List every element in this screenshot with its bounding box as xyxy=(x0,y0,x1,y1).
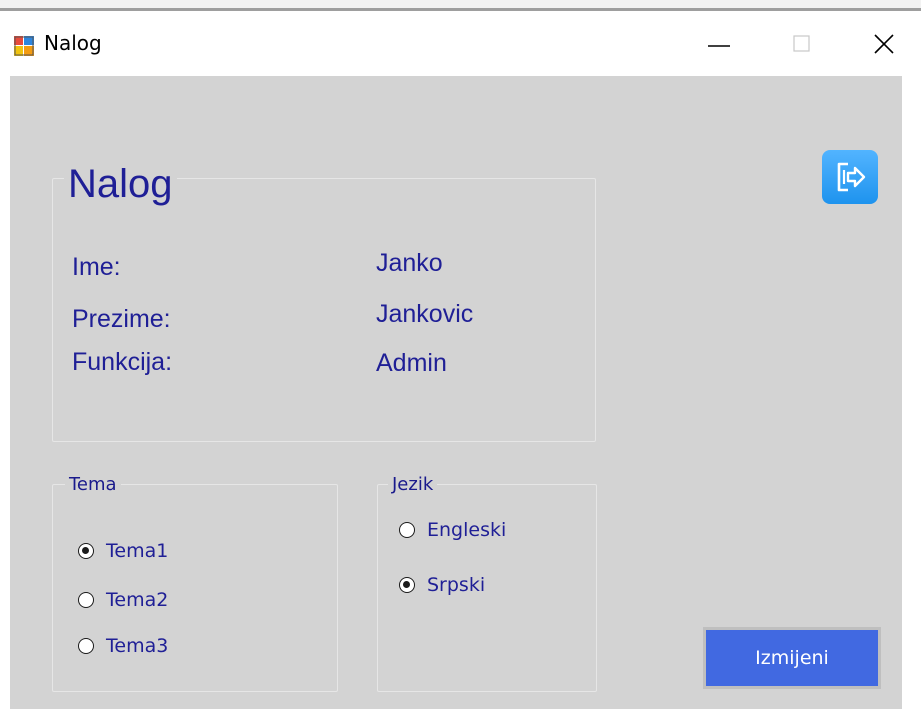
logout-button[interactable] xyxy=(822,150,878,204)
radio-engleski-indicator[interactable] xyxy=(399,522,415,538)
window-top-edge xyxy=(0,0,921,12)
account-heading: Nalog xyxy=(64,160,177,208)
minimize-icon xyxy=(708,45,730,47)
radio-srpski-label: Srpski xyxy=(427,574,486,596)
radio-srpski[interactable]: Srpski xyxy=(399,570,485,600)
minimize-button[interactable] xyxy=(690,24,750,64)
radio-tema1-indicator[interactable] xyxy=(78,543,94,559)
edit-button-label: Izmijeni xyxy=(706,630,878,686)
field-label-ime: Ime: xyxy=(72,253,121,281)
radio-tema2[interactable]: Tema2 xyxy=(78,585,168,615)
radio-tema2-label: Tema2 xyxy=(106,589,169,611)
radio-tema3-indicator[interactable] xyxy=(78,638,94,654)
app-window: Nalog Nalog Ime: Janko Prezime: Jankovic… xyxy=(0,0,921,709)
radio-engleski[interactable]: Engleski xyxy=(399,515,506,545)
close-icon xyxy=(874,34,894,54)
field-label-prezime: Prezime: xyxy=(72,305,171,333)
radio-tema1-label: Tema1 xyxy=(106,540,169,562)
radio-tema2-indicator[interactable] xyxy=(78,592,94,608)
maximize-button[interactable] xyxy=(772,24,832,64)
radio-engleski-label: Engleski xyxy=(427,519,507,541)
window-title: Nalog xyxy=(44,31,102,55)
radio-tema3-label: Tema3 xyxy=(106,635,169,657)
field-value-prezime: Jankovic xyxy=(376,300,474,328)
window-right-edge xyxy=(902,76,921,709)
logout-icon xyxy=(837,162,866,192)
title-bar[interactable]: Nalog xyxy=(0,12,921,76)
field-value-funkcija: Admin xyxy=(376,349,447,377)
edit-button[interactable]: Izmijeni xyxy=(703,627,881,689)
field-value-ime: Janko xyxy=(376,249,443,277)
theme-group-title: Tema xyxy=(65,474,121,496)
close-button[interactable] xyxy=(853,24,913,64)
maximize-icon xyxy=(793,35,810,52)
radio-tema1[interactable]: Tema1 xyxy=(78,536,168,566)
language-group-title: Jezik xyxy=(388,474,438,496)
radio-tema3[interactable]: Tema3 xyxy=(78,631,168,661)
app-icon xyxy=(14,36,34,56)
field-label-funkcija: Funkcija: xyxy=(72,348,173,376)
radio-srpski-indicator[interactable] xyxy=(399,577,415,593)
